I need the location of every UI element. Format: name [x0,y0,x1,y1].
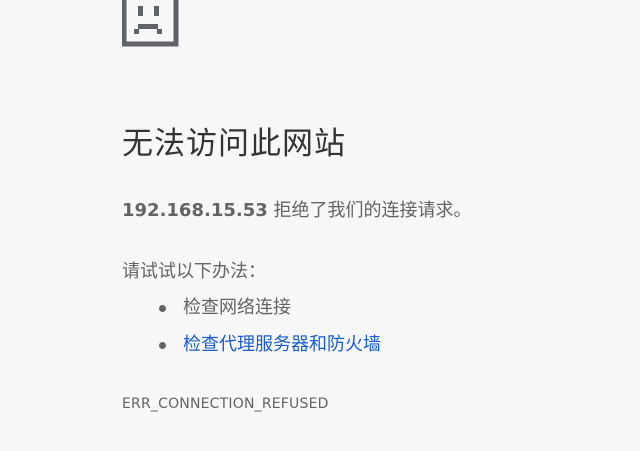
sad-page-icon [121,0,180,48]
suggestions-list: 检查网络连接 检查代理服务器和防火墙 [122,294,381,368]
bullet-icon [159,342,166,349]
suggestion-check-proxy-link[interactable]: 检查代理服务器和防火墙 [183,334,381,355]
suggestion-item: 检查网络连接 [122,294,381,322]
error-summary: 192.168.15.53 拒绝了我们的连接请求。 [122,197,472,225]
host-address: 192.168.15.53 [122,200,268,221]
suggestion-item: 检查代理服务器和防火墙 [122,331,381,359]
suggestions-heading: 请试试以下办法： [122,261,266,282]
suggestion-check-network: 检查网络连接 [183,297,291,318]
error-message: 拒绝了我们的连接请求。 [267,200,472,221]
error-code: ERR_CONNECTION_REFUSED [122,396,329,412]
page-title: 无法访问此网站 [122,126,346,162]
bullet-icon [159,305,166,312]
